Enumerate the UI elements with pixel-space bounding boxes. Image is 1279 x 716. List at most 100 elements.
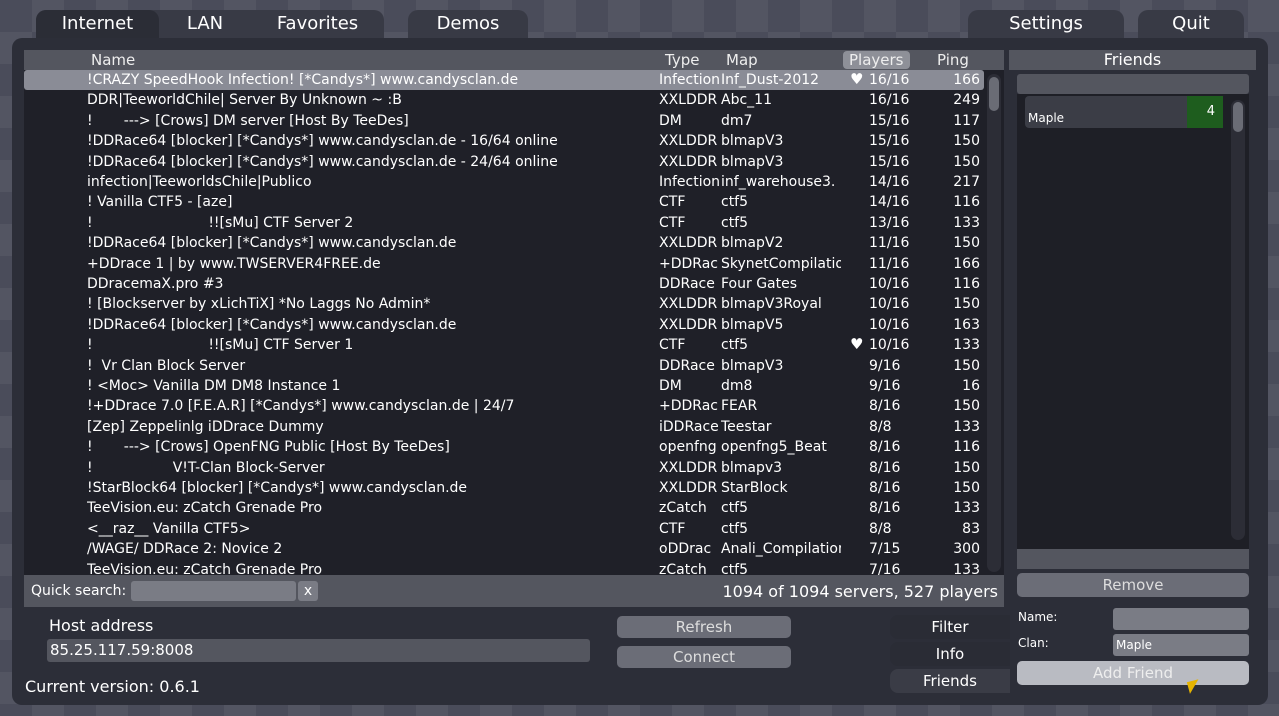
server-name: +DDrace 1 | by www.TWSERVER4FREE.de	[87, 255, 381, 272]
server-type: XXLDDR	[659, 316, 718, 333]
friend-clan-input[interactable]: Maple	[1113, 634, 1249, 656]
server-map: blmapV3	[721, 153, 784, 170]
server-name: DDracemaX.pro #3	[87, 276, 224, 292]
server-name: ! Vr Clan Block Server	[87, 357, 246, 374]
server-players: 8/8	[869, 418, 892, 435]
server-row[interactable]: ! ---> [Crows] OpenFNG Public [Host By T…	[24, 437, 984, 457]
list-scrollbar[interactable]	[987, 74, 1001, 572]
server-type: DM	[659, 112, 682, 129]
tab-favorites[interactable]: Favorites	[251, 10, 384, 38]
server-name: !CRAZY SpeedHook Infection! [*Candys*] w…	[87, 72, 519, 88]
server-row[interactable]: ! !![sMu] CTF Server 1 CTF ctf5 ♥ 10/16 133	[24, 335, 984, 355]
server-row[interactable]: ! V!T-Clan Block-Server XXLDDR blmapv3 8/16…	[24, 458, 984, 478]
server-type: +DDRac	[659, 255, 718, 272]
tab-filter[interactable]: Filter	[890, 615, 1010, 639]
server-row[interactable]: infection|TeeworldsChile|Publico Infectio…	[24, 172, 984, 192]
server-map: blmapV3Royal	[721, 296, 822, 313]
tab-lan[interactable]: LAN	[159, 10, 251, 38]
column-name[interactable]: Name	[91, 51, 135, 69]
server-list: Name Type Map Players Ping !CRAZY SpeedH…	[24, 50, 1004, 607]
clear-search-button[interactable]: x	[298, 581, 318, 601]
server-row[interactable]: DDracemaX.pro #3 DDRace Four Gates 10/16 116	[24, 274, 984, 294]
server-players: 14/16	[869, 174, 910, 190]
server-row[interactable]: TeeVision.eu: zCatch Grenade Pro zCatch ct…	[24, 560, 984, 575]
friend-name-input[interactable]	[1113, 608, 1249, 630]
refresh-button[interactable]: Refresh	[617, 616, 791, 638]
server-name: !DDRace64 [blocker] [*Candys*] www.candy…	[87, 316, 457, 333]
server-map: blmapV3	[721, 357, 784, 374]
server-row[interactable]: !StarBlock64 [blocker] [*Candys*] www.ca…	[24, 478, 984, 498]
friends-scrollbar[interactable]	[1231, 100, 1245, 540]
server-ping: 150	[953, 480, 980, 496]
server-type: iDDRace	[659, 418, 719, 435]
settings-tab-wrap: Settings	[968, 10, 1124, 38]
server-ping: 133	[953, 500, 980, 517]
host-address-label: Host address	[49, 616, 154, 635]
tab-internet[interactable]: Internet	[36, 10, 159, 38]
server-name: !StarBlock64 [blocker] [*Candys*] www.ca…	[87, 480, 468, 496]
server-players: 7/15	[869, 541, 901, 558]
server-map: Four Gates	[721, 276, 798, 292]
friends-scrollbar-thumb[interactable]	[1233, 102, 1243, 132]
list-scrollbar-thumb[interactable]	[989, 77, 999, 111]
server-row[interactable]: !DDRace64 [blocker] [*Candys*] www.candy…	[24, 152, 984, 172]
server-row[interactable]: ! <Moc> Vanilla DM DM8 Instance 1 DM dm8 9/…	[24, 376, 984, 396]
server-ping: 163	[953, 316, 980, 333]
server-row[interactable]: ! !![sMu] CTF Server 2 CTF ctf5 13/16 133	[24, 213, 984, 233]
version-label: Current version: 0.6.1	[25, 677, 200, 696]
add-friend-button[interactable]: Add Friend	[1017, 661, 1249, 685]
server-row[interactable]: <__raz__ Vanilla CTF5> CTF ctf5 8/8 83	[24, 519, 984, 539]
server-row[interactable]: ! Vr Clan Block Server DDRace blmapV3 9/16 1…	[24, 356, 984, 376]
quit-tab-wrap: Quit	[1138, 10, 1244, 38]
server-row[interactable]: !CRAZY SpeedHook Infection! [*Candys*] w…	[24, 70, 984, 91]
column-players[interactable]: Players	[843, 51, 910, 69]
server-row[interactable]: [Zep] Zeppelinlg iDDrace Dummy iDDRace Tee…	[24, 417, 984, 437]
settings-button[interactable]: Settings	[968, 10, 1124, 38]
server-map: blmapv3	[721, 459, 783, 476]
server-row[interactable]: !+DDrace 7.0 [F.E.A.R] [*Candys*] www.ca…	[24, 396, 984, 416]
server-type: Infection	[659, 174, 719, 190]
server-row[interactable]: /WAGE/ DDRace 2: Novice 2 oDDrac Anali_Com…	[24, 539, 984, 559]
server-name: ! ---> [Crows] OpenFNG Public [Host By T…	[87, 439, 450, 456]
server-ping: 83	[962, 520, 980, 537]
server-row[interactable]: ! [Blockserver by xLichTiX] *No Laggs No…	[24, 294, 984, 314]
server-players: 16/16	[869, 92, 910, 109]
server-type: CTF	[659, 337, 686, 354]
quit-button[interactable]: Quit	[1138, 10, 1244, 38]
server-type: +DDRac	[659, 398, 718, 415]
column-type[interactable]: Type	[665, 51, 699, 69]
server-row[interactable]: !DDRace64 [blocker] [*Candys*] www.candy…	[24, 131, 984, 151]
server-players: 11/16	[869, 235, 910, 252]
friends-footer-bar	[1017, 549, 1249, 569]
server-name: infection|TeeworldsChile|Publico	[87, 174, 312, 190]
favorite-heart-icon: ♥	[850, 335, 864, 354]
server-row[interactable]: +DDrace 1 | by www.TWSERVER4FREE.de +DDRa…	[24, 254, 984, 274]
server-ping: 150	[953, 357, 980, 374]
connect-button[interactable]: Connect	[617, 646, 791, 668]
server-type: DM	[659, 378, 682, 394]
host-address-input[interactable]: 85.25.117.59:8008	[47, 639, 590, 662]
server-ping: 150	[953, 153, 980, 170]
server-row[interactable]: ! Vanilla CTF5 - [aze] CTF ctf5 14/16 116	[24, 192, 984, 212]
friend-item[interactable]: Maple 4	[1025, 96, 1223, 128]
tab-demos[interactable]: Demos	[408, 10, 528, 38]
tab-info[interactable]: Info	[890, 642, 1010, 666]
server-map: ctf5	[721, 500, 749, 517]
server-type: XXLDDR	[659, 92, 718, 109]
server-map: inf_warehouse3.	[721, 174, 836, 190]
server-row[interactable]: ! ---> [Crows] DM server [Host By TeeDes…	[24, 111, 984, 131]
quick-search-input[interactable]	[131, 581, 296, 601]
server-row[interactable]: !DDRace64 [blocker] [*Candys*] www.candy…	[24, 233, 984, 253]
friend-name: Maple	[1028, 111, 1065, 125]
server-row[interactable]: !DDRace64 [blocker] [*Candys*] www.candy…	[24, 315, 984, 335]
friend-name-label: Name:	[1018, 610, 1058, 624]
server-row[interactable]: TeeVision.eu: zCatch Grenade Pro zCatch ct…	[24, 498, 984, 518]
friend-clan-label: Clan:	[1018, 636, 1049, 650]
column-map[interactable]: Map	[726, 51, 758, 69]
server-ping: 150	[953, 398, 980, 415]
column-ping[interactable]: Ping	[937, 51, 969, 69]
tab-friends[interactable]: Friends	[890, 669, 1010, 693]
server-name: /WAGE/ DDRace 2: Novice 2	[87, 541, 283, 558]
remove-friend-button[interactable]: Remove	[1017, 573, 1249, 597]
server-row[interactable]: DDR|TeeworldChile| Server By Unknown ~ :…	[24, 90, 984, 110]
